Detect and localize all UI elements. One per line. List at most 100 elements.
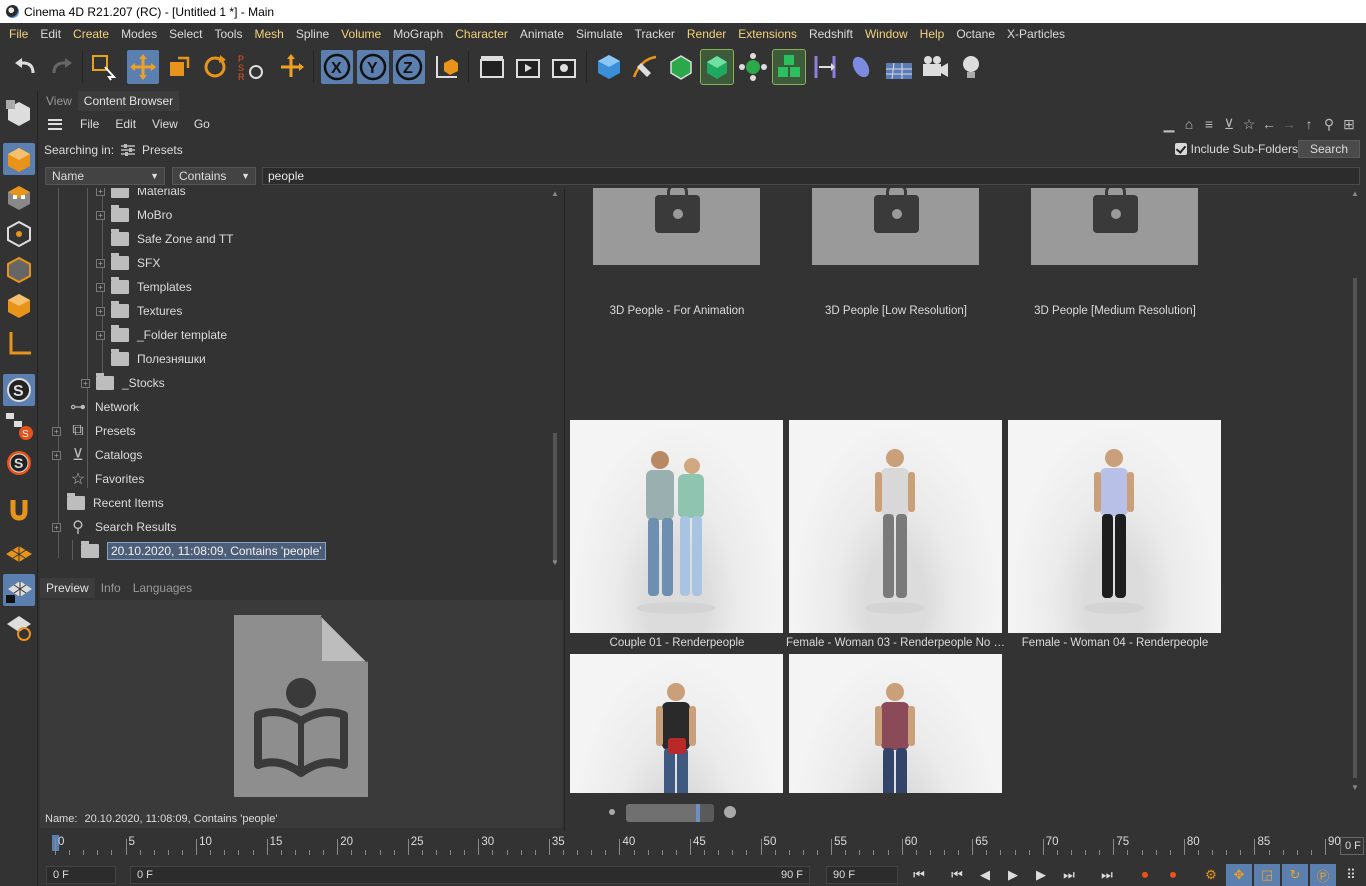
end-frame-field[interactable]: 90 F [826,866,898,884]
result-item[interactable]: Female - Woman 04 - Renderpeople [1008,420,1221,649]
search-icon[interactable]: ⚲ [1320,115,1338,133]
result-item[interactable]: 3D People [Medium Resolution] [1008,188,1221,317]
magnet-tool-icon[interactable] [3,493,35,525]
menu-modes[interactable]: Modes [115,27,163,41]
expand-plus-icon[interactable]: + [96,210,105,220]
menu-character[interactable]: Character [449,27,514,41]
mode-select[interactable]: Contains ▼ [172,167,256,185]
keyframe-selection-icon[interactable]: ⚙ [1198,864,1224,886]
go-to-start-icon[interactable]: ⏮ [906,864,932,886]
browser-menu-view[interactable]: View [144,117,186,131]
tree-item[interactable]: + Materials [96,188,186,203]
tree-item[interactable]: + _Folder template [96,323,227,347]
result-item[interactable]: Man 03 - Renderpeople [789,654,1002,793]
tree-item[interactable]: + Templates [96,275,192,299]
menu-edit[interactable]: Edit [34,27,67,41]
record-parameter-icon[interactable]: Ⓟ [1310,864,1336,886]
presets-icon[interactable]: ≡ [1200,115,1218,133]
forward-arrow-icon[interactable]: → [1280,115,1298,133]
tree-item[interactable]: ⊶ Network [52,395,139,419]
favorite-star-icon[interactable]: ☆ [1240,115,1258,133]
menu-extensions[interactable]: Extensions [732,27,803,41]
results-scrollbar[interactable]: ▲ ▼ [1350,188,1362,793]
planar-workplane-icon[interactable] [3,611,35,643]
tree-item[interactable]: ☆ Favorites [52,467,145,491]
go-to-end-icon[interactable]: ⏭ [1094,864,1120,886]
up-arrow-icon[interactable]: ↑ [1300,115,1318,133]
record-rotation-icon[interactable]: ↻ [1282,864,1308,886]
result-item[interactable]: Couple 01 - Renderpeople [570,420,783,649]
menu-animate[interactable]: Animate [514,27,570,41]
render-view-icon[interactable] [476,50,508,84]
tree-item[interactable]: + ⚲ Search Results [52,515,176,539]
scroll-up-icon[interactable]: ▲ [551,189,559,198]
tree-item[interactable]: 20.10.2020, 11:08:09, Contains 'people' [66,539,326,563]
render-to-picture-viewer-icon[interactable] [512,50,544,84]
array-cubes-icon[interactable] [772,49,806,85]
menu-mograph[interactable]: MoGraph [387,27,449,41]
expand-plus-icon[interactable]: + [96,306,105,316]
checkbox-checked-icon[interactable] [1174,143,1187,155]
expand-plus-icon[interactable]: + [81,378,90,388]
deformer-icon[interactable] [809,50,841,84]
tab-languages[interactable]: Languages [127,578,198,598]
cloner-icon[interactable] [737,50,769,84]
snap-active-icon[interactable]: S [3,447,35,479]
record-scale-icon[interactable]: ◲ [1254,864,1280,886]
live-selection-icon[interactable] [88,50,120,84]
preview-range-slider[interactable]: 0 F 90 F [130,866,810,884]
tree-item[interactable]: Recent Items [52,491,164,515]
tree-item[interactable]: + _Stocks [81,371,165,395]
rotate-tool-icon[interactable] [199,50,231,84]
psr-reset-icon[interactable]: PSR [235,50,267,84]
new-tab-icon[interactable]: ⊞ [1340,115,1358,133]
tab-preview[interactable]: Preview [40,578,95,598]
tree-item[interactable]: + SFX [96,251,160,275]
menu-file[interactable]: File [3,27,34,41]
tree-scroll-thumb[interactable] [553,433,557,563]
start-frame-field[interactable]: 0 F [46,866,116,884]
expand-plus-icon[interactable]: + [52,426,61,436]
record-keys-icon[interactable]: ⏺ [1132,864,1158,886]
expand-plus-icon[interactable]: + [96,282,105,292]
slider-handle[interactable] [696,804,701,822]
result-item[interactable]: Female - Woman 05 - Renderpeople [570,654,783,793]
menu-create[interactable]: Create [67,27,115,41]
point-level-animation-icon[interactable]: ⠿ [1338,864,1364,886]
floor-environment-icon[interactable] [883,50,915,84]
search-input[interactable]: people [262,167,1360,185]
scroll-down-icon[interactable]: ▼ [1351,783,1359,792]
browser-menu-go[interactable]: Go [186,117,218,131]
make-editable-icon[interactable] [3,97,35,129]
next-frame-icon[interactable]: ▶ [1028,864,1054,886]
menu-render[interactable]: Render [681,27,732,41]
subdivision-surface-icon[interactable] [665,50,697,84]
menu-mesh[interactable]: Mesh [248,27,289,41]
edges-mode-icon[interactable] [3,253,35,285]
menu-tracker[interactable]: Tracker [629,27,681,41]
menu-volume[interactable]: Volume [335,27,387,41]
tree-scrollbar[interactable]: ▲ ▼ [550,188,562,568]
browser-menu-file[interactable]: File [72,117,107,131]
redo-button[interactable] [45,50,77,84]
result-item[interactable]: 3D People [Low Resolution] [789,188,1002,317]
browser-menu-edit[interactable]: Edit [107,117,144,131]
home-icon[interactable]: ⌂ [1180,115,1198,133]
menu-x-particles[interactable]: X-Particles [1001,27,1071,41]
expand-plus-icon[interactable]: + [52,450,61,460]
move-tool-icon[interactable] [127,50,159,84]
panel-divider[interactable] [564,188,565,831]
minimize-icon[interactable]: ▁ [1160,115,1178,133]
tree-item[interactable]: Полезняшки [96,347,206,371]
menu-window[interactable]: Window [859,27,914,41]
field-object-icon[interactable] [845,50,877,84]
workplane-icon[interactable] [3,538,35,570]
expand-plus-icon[interactable]: + [96,258,105,268]
camera-object-icon[interactable] [919,50,951,84]
thumbnail-size-slider[interactable] [626,804,714,822]
results-scroll-thumb[interactable] [1353,278,1357,778]
include-subfolders-checkbox[interactable]: Include Sub-Folders [1174,142,1298,156]
next-key-icon[interactable]: ⏭ [1056,864,1082,886]
x-axis-lock-button[interactable]: X [321,50,353,84]
tab-content-browser[interactable]: Content Browser [77,91,180,111]
